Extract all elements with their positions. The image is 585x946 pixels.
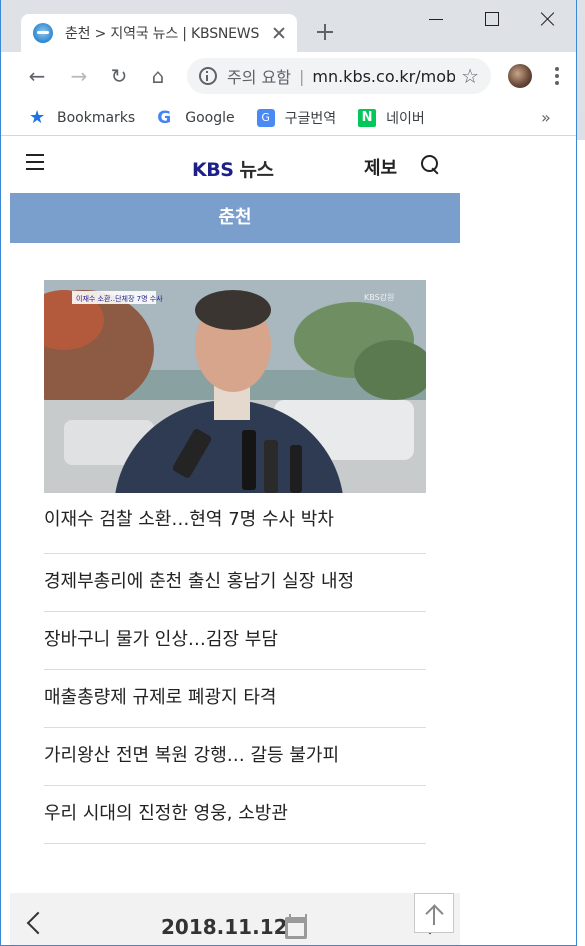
news-item[interactable]: 가리왕산 전면 복원 강행… 갈등 불가피: [44, 728, 426, 786]
bookmark-item-translate[interactable]: G 구글번역: [256, 108, 337, 128]
translate-icon: G: [256, 108, 275, 127]
site-header: KBS 뉴스 제보: [10, 137, 460, 193]
scroll-to-top-button[interactable]: [414, 893, 454, 933]
kbs-favicon-icon: [33, 23, 53, 43]
bookmark-item-bookmarks[interactable]: ★ Bookmarks: [29, 106, 136, 128]
new-tab-plus-icon[interactable]: [315, 22, 335, 42]
more-bookmarks-chevron-icon[interactable]: »: [541, 108, 551, 127]
home-icon[interactable]: ⌂: [146, 64, 170, 88]
hamburger-menu-icon[interactable]: [26, 154, 44, 170]
bookmark-item-naver[interactable]: N 네이버: [358, 108, 425, 128]
security-warning: 주의 요함: [227, 68, 291, 87]
star-icon: ★: [29, 106, 46, 128]
kbs-mobile-page: KBS 뉴스 제보 춘천 이재수 소환‥단체장 7명 수사 KBS강원 이재수 …: [10, 137, 460, 945]
back-arrow-icon[interactable]: ←: [25, 64, 49, 88]
active-tab[interactable]: 춘천 > 지역국 뉴스 | KBSNEWS: [21, 14, 297, 52]
headline-news-photo[interactable]: 이재수 소환‥단체장 7명 수사 KBS강원: [44, 280, 426, 493]
report-link[interactable]: 제보: [364, 154, 397, 180]
omnibox-separator: |: [298, 66, 305, 86]
bookmark-label: 네이버: [386, 110, 425, 127]
maximize-icon[interactable]: [480, 8, 502, 30]
news-list: 이재수 소환‥단체장 7명 수사 KBS강원 이재수 검찰 소환…현역 7명 수…: [44, 280, 426, 844]
tab-title: 춘천 > 지역국 뉴스 | KBSNEWS: [65, 26, 260, 42]
naver-icon: N: [358, 108, 377, 127]
bookmark-item-google[interactable]: G Google: [157, 109, 234, 127]
logo-brand: KBS: [192, 159, 234, 181]
address-bar[interactable]: 주의 요함 | mn.kbs.co.kr/mobile/news/local/l…: [187, 58, 491, 94]
tab-strip: 춘천 > 지역국 뉴스 | KBSNEWS: [1, 0, 576, 52]
forward-arrow-icon[interactable]: →: [67, 64, 91, 88]
window-close-icon[interactable]: [537, 8, 559, 30]
photo-watermark: KBS강원: [364, 292, 394, 302]
browser-toolbar: ← → ↻ ⌂ 주의 요함 | mn.kbs.co.kr/mobile/news…: [1, 52, 576, 100]
browser-window: 춘천 > 지역국 뉴스 | KBSNEWS ← → ↻ ⌂ 주의 요함 | mn…: [0, 0, 577, 946]
background-window-edge: [576, 140, 585, 946]
url-text[interactable]: mn.kbs.co.kr/mobile/news/local/list.html: [312, 67, 455, 86]
chevron-left-icon[interactable]: [26, 911, 50, 935]
bookmark-label: 구글번역: [284, 110, 337, 127]
bookmark-star-icon[interactable]: ☆: [461, 66, 479, 86]
bookmark-label: Bookmarks: [57, 109, 136, 126]
page-empty-area: [460, 137, 576, 945]
info-icon[interactable]: [199, 67, 217, 85]
news-item[interactable]: 우리 시대의 진정한 영웅, 소방관: [44, 786, 426, 844]
kebab-menu-icon[interactable]: [554, 67, 560, 87]
profile-avatar[interactable]: [508, 64, 532, 88]
news-item[interactable]: 매출총량제 규제로 폐광지 타격: [44, 670, 426, 728]
close-icon[interactable]: [271, 25, 287, 41]
date-navigation: 2018.11.12: [10, 893, 460, 945]
minimize-icon[interactable]: [425, 8, 447, 30]
calendar-icon[interactable]: [285, 914, 307, 939]
news-item[interactable]: 경제부총리에 춘천 출신 홍남기 실장 내정: [44, 554, 426, 612]
bookmarks-bar: ★ Bookmarks G Google G 구글번역 N 네이버 »: [1, 100, 576, 136]
news-item[interactable]: 이재수 검찰 소환…현역 7명 수사 박차: [44, 493, 426, 554]
logo-suffix: 뉴스: [239, 159, 274, 181]
current-date: 2018.11.12: [161, 915, 288, 939]
kbs-news-logo[interactable]: KBS 뉴스: [192, 155, 274, 182]
region-title: 춘천: [10, 193, 460, 243]
news-item[interactable]: 장바구니 물가 인상…김장 부담: [44, 612, 426, 670]
reload-icon[interactable]: ↻: [107, 64, 131, 88]
bookmark-label: Google: [185, 109, 235, 126]
photo-caption: 이재수 소환‥단체장 7명 수사: [76, 294, 163, 303]
search-icon[interactable]: [420, 154, 442, 176]
google-icon: G: [157, 107, 172, 128]
